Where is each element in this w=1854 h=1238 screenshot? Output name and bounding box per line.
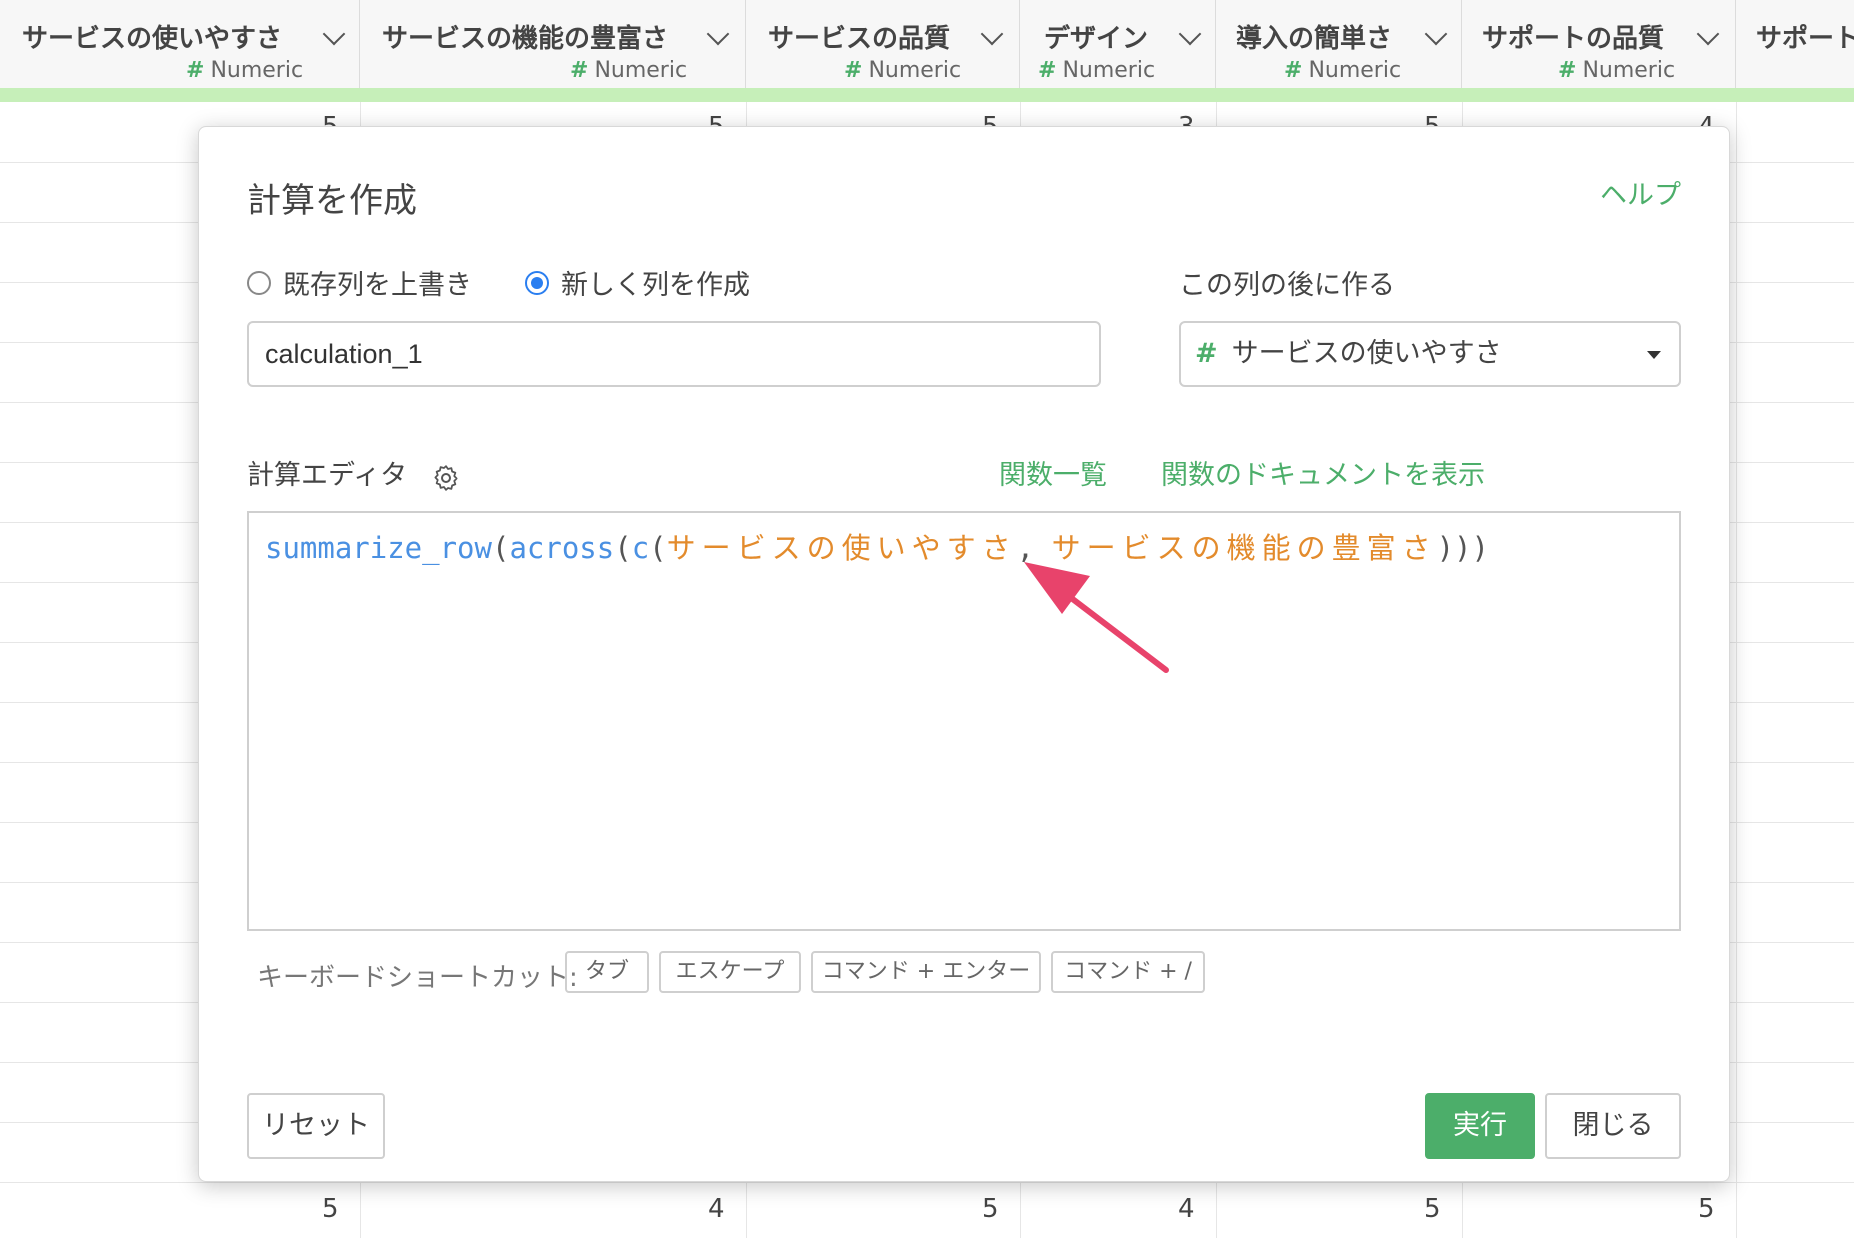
caret-down-icon xyxy=(1647,351,1661,359)
column-name-input[interactable]: calculation_1 xyxy=(247,321,1101,387)
radio-label: 既存列を上書き xyxy=(283,270,472,301)
gear-icon[interactable] xyxy=(431,463,461,493)
code-function: across xyxy=(509,531,615,565)
table-cell: 5 xyxy=(982,1194,999,1224)
radio-label: 新しく列を作成 xyxy=(561,270,750,301)
column-quality-bar xyxy=(0,88,1854,102)
column-title: サポート xyxy=(1756,24,1854,54)
column-header-6[interactable]: サポートの品質 # Numeric xyxy=(1462,0,1736,88)
code-column-ref: サービスの機能の豊富さ xyxy=(1051,531,1437,565)
chevron-down-icon[interactable] xyxy=(1178,22,1202,46)
column-header-1[interactable]: サービスの使いやすさ # Numeric xyxy=(0,0,360,88)
shortcut-cmd-enter: コマンド + エンター xyxy=(811,951,1041,993)
table-cell: 4 xyxy=(1178,1194,1195,1224)
column-title: デザイン xyxy=(1044,24,1149,54)
help-link[interactable]: ヘルプ xyxy=(1600,173,1681,212)
column-type: # Numeric xyxy=(1284,58,1402,83)
shortcuts-label: キーボードショートカット: xyxy=(257,963,578,993)
column-title: サービスの機能の豊富さ xyxy=(382,24,669,54)
close-button[interactable]: 閉じる xyxy=(1545,1093,1681,1159)
column-header-2[interactable]: サービスの機能の豊富さ # Numeric xyxy=(360,0,746,88)
code-function: c xyxy=(631,531,650,565)
table-cell: 5 xyxy=(322,1194,339,1224)
numeric-icon: # xyxy=(1284,58,1303,83)
numeric-icon: # xyxy=(186,58,205,83)
column-title: 導入の簡単さ xyxy=(1236,24,1393,54)
chevron-down-icon[interactable] xyxy=(706,22,730,46)
dialog-title: 計算を作成 xyxy=(247,181,417,221)
table-cell: 5 xyxy=(1424,1194,1441,1224)
editor-label: 計算エディタ xyxy=(247,460,408,491)
calculation-editor[interactable]: summarize_row(across(c(サービスの使いやすさ, サービスの… xyxy=(247,511,1681,931)
column-header-5[interactable]: 導入の簡単さ # Numeric xyxy=(1216,0,1462,88)
column-title: サービスの品質 xyxy=(768,24,951,54)
numeric-icon: # xyxy=(1195,338,1218,369)
code-function: summarize_row xyxy=(265,531,492,565)
code-line: summarize_row(across(c(サービスの使いやすさ, サービスの… xyxy=(265,531,1489,565)
column-title: サービスの使いやすさ xyxy=(22,24,283,54)
functions-list-link[interactable]: 関数一覧 xyxy=(999,453,1107,492)
column-title: サポートの品質 xyxy=(1482,24,1665,54)
numeric-icon: # xyxy=(844,58,863,83)
numeric-icon: # xyxy=(1038,58,1057,83)
radio-overwrite-existing[interactable]: 既存列を上書き xyxy=(247,263,472,302)
create-calculation-dialog: 計算を作成 ヘルプ 既存列を上書き 新しく列を作成 この列の後に作る calcu… xyxy=(198,126,1730,1182)
after-column-select[interactable]: # サービスの使いやすさ xyxy=(1179,321,1681,387)
radio-button-off[interactable] xyxy=(247,270,271,295)
column-header-7[interactable]: サポート xyxy=(1736,0,1854,88)
run-button[interactable]: 実行 xyxy=(1425,1093,1535,1159)
table-header: サービスの使いやすさ # Numeric サービスの機能の豊富さ # Numeric… xyxy=(0,0,1854,88)
numeric-icon: # xyxy=(1558,58,1577,83)
column-type: # Numeric xyxy=(844,58,962,83)
column-type: # Numeric xyxy=(570,58,688,83)
table-cell: 4 xyxy=(708,1194,725,1224)
column-type: # Numeric xyxy=(1558,58,1676,83)
code-column-ref: サービスの使いやすさ xyxy=(666,531,1017,565)
shortcut-escape: エスケープ xyxy=(659,951,801,993)
column-header-4[interactable]: デザイン # Numeric xyxy=(1020,0,1216,88)
column-type: # Numeric xyxy=(186,58,304,83)
after-column-label: この列の後に作る xyxy=(1179,270,1395,301)
shortcut-tab: タブ xyxy=(565,951,649,993)
chevron-down-icon[interactable] xyxy=(1696,22,1720,46)
chevron-down-icon[interactable] xyxy=(322,22,346,46)
table-cell: 5 xyxy=(1698,1194,1715,1224)
select-value: サービスの使いやすさ xyxy=(1231,338,1502,369)
chevron-down-icon[interactable] xyxy=(980,22,1004,46)
reset-button[interactable]: リセット xyxy=(247,1093,385,1159)
shortcut-cmd-slash: コマンド + / xyxy=(1051,951,1205,993)
radio-button-on[interactable] xyxy=(525,270,549,295)
column-header-3[interactable]: サービスの品質 # Numeric xyxy=(746,0,1020,88)
column-type: # Numeric xyxy=(1038,58,1156,83)
chevron-down-icon[interactable] xyxy=(1424,22,1448,46)
numeric-icon: # xyxy=(570,58,589,83)
function-docs-link[interactable]: 関数のドキュメントを表示 xyxy=(1161,453,1485,492)
radio-create-new[interactable]: 新しく列を作成 xyxy=(525,263,750,302)
